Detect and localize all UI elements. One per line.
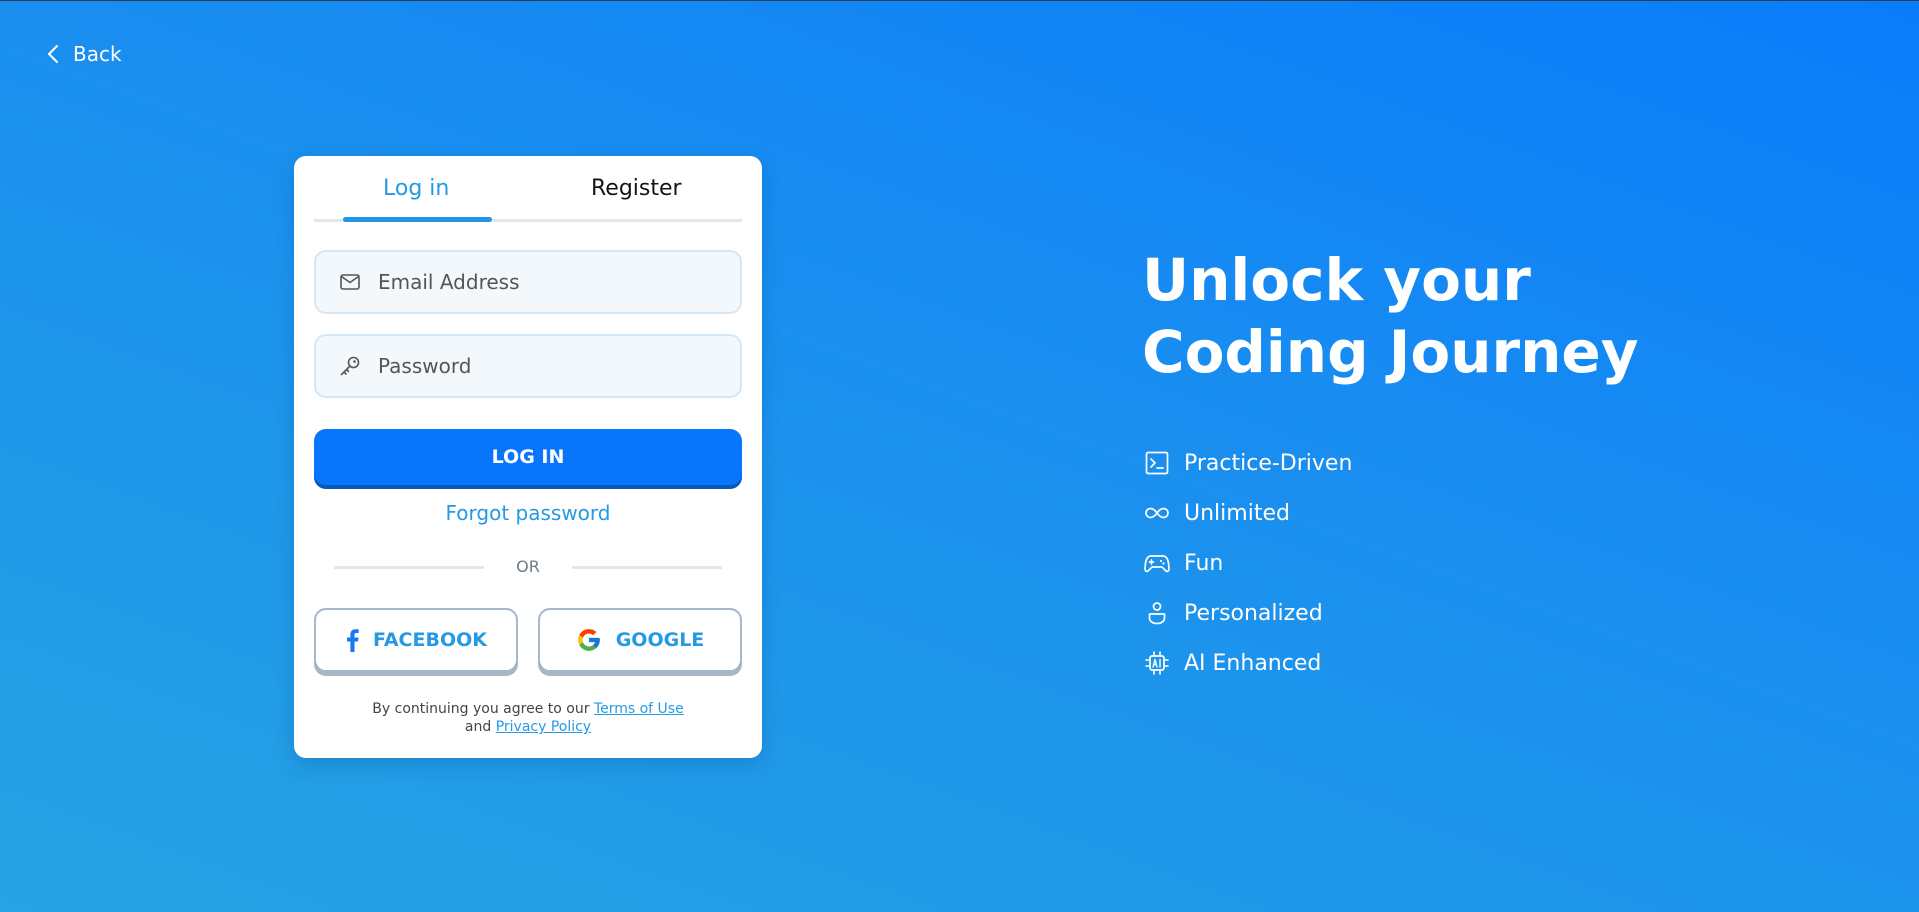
facebook-login-button[interactable]: FACEBOOK bbox=[314, 608, 518, 672]
back-label: Back bbox=[73, 42, 122, 66]
mail-icon bbox=[340, 274, 360, 290]
email-input[interactable] bbox=[378, 262, 728, 302]
auth-tabs: Log in Register bbox=[314, 156, 742, 222]
google-label: GOOGLE bbox=[615, 629, 705, 651]
feature-label: Personalized bbox=[1184, 600, 1323, 626]
ai-chip-icon bbox=[1145, 651, 1169, 675]
gamepad-icon bbox=[1144, 555, 1170, 573]
back-button[interactable]: Back bbox=[45, 42, 122, 66]
login-button[interactable]: LOG IN bbox=[314, 429, 742, 485]
google-login-button[interactable]: GOOGLE bbox=[538, 608, 742, 672]
legal-and: and bbox=[464, 719, 492, 735]
person-icon bbox=[1148, 602, 1166, 625]
feature-list: Practice-Driven Unlimited Fun Personaliz… bbox=[1144, 438, 1352, 688]
feature-item: Unlimited bbox=[1144, 488, 1352, 538]
feature-label: Practice-Driven bbox=[1184, 450, 1353, 476]
feature-label: AI Enhanced bbox=[1184, 650, 1322, 676]
hero-line-1: Unlock your bbox=[1142, 246, 1531, 314]
auth-card: Log in Register LOG IN Forgot password O… bbox=[294, 156, 762, 758]
feature-item: AI Enhanced bbox=[1144, 638, 1352, 688]
key-icon bbox=[340, 356, 360, 376]
email-field[interactable] bbox=[314, 250, 742, 314]
terms-of-use-link[interactable]: Terms of Use bbox=[594, 701, 684, 717]
privacy-policy-link[interactable]: Privacy Policy bbox=[496, 719, 591, 735]
google-icon bbox=[577, 629, 600, 651]
legal-notice: By continuing you agree to our Terms of … bbox=[294, 700, 762, 736]
feature-item: Personalized bbox=[1144, 588, 1352, 638]
terminal-icon bbox=[1145, 451, 1169, 475]
window-top-border bbox=[0, 0, 1919, 1]
or-divider: OR bbox=[334, 556, 722, 576]
facebook-label: FACEBOOK bbox=[373, 629, 487, 651]
password-field[interactable] bbox=[314, 334, 742, 398]
hero-headline: Unlock your Coding Journey bbox=[1142, 244, 1639, 388]
feature-label: Unlimited bbox=[1184, 500, 1290, 526]
divider-line-right bbox=[572, 566, 722, 569]
feature-label: Fun bbox=[1184, 550, 1224, 576]
password-input[interactable] bbox=[378, 346, 728, 386]
chevron-left-icon bbox=[48, 45, 58, 63]
tab-register[interactable]: Register bbox=[591, 176, 682, 201]
infinity-icon bbox=[1145, 507, 1169, 519]
hero-line-2: Coding Journey bbox=[1142, 318, 1639, 386]
active-tab-indicator bbox=[343, 217, 492, 222]
forgot-password-link[interactable]: Forgot password bbox=[294, 501, 762, 525]
feature-item: Practice-Driven bbox=[1144, 438, 1352, 488]
feature-item: Fun bbox=[1144, 538, 1352, 588]
facebook-icon bbox=[347, 629, 359, 652]
tab-login[interactable]: Log in bbox=[383, 176, 449, 201]
legal-prefix: By continuing you agree to our bbox=[372, 701, 590, 717]
